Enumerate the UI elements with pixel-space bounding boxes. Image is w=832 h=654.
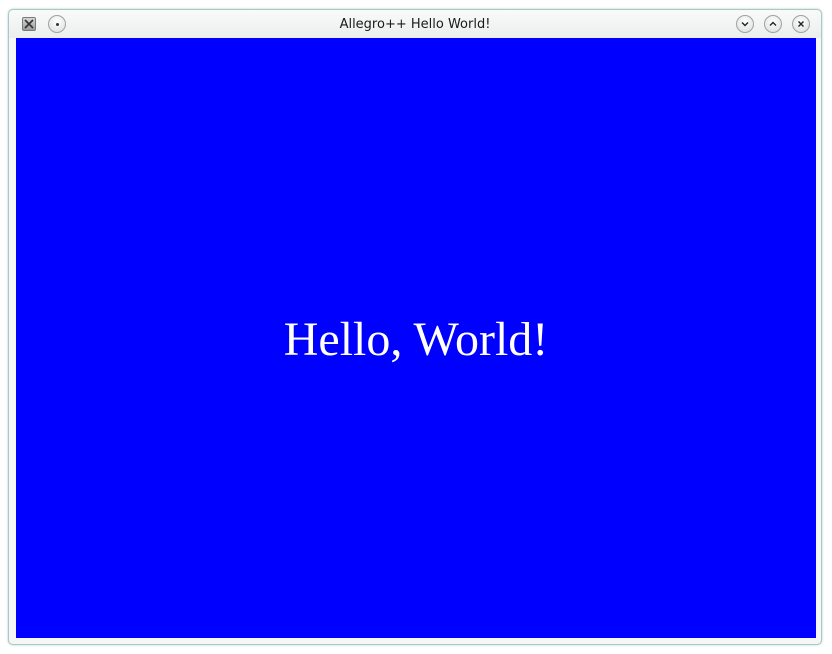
- title-bar[interactable]: Allegro++ Hello World!: [9, 10, 821, 38]
- minimize-button[interactable]: [736, 15, 754, 33]
- app-window: Allegro++ Hello World! Hello, World!: [8, 9, 822, 645]
- chevron-up-icon: [769, 21, 777, 26]
- render-canvas[interactable]: Hello, World!: [16, 38, 816, 638]
- hello-world-text: Hello, World!: [283, 313, 549, 366]
- close-button[interactable]: [792, 15, 810, 33]
- window-title: Allegro++ Hello World!: [339, 17, 491, 32]
- maximize-button[interactable]: [764, 15, 782, 33]
- chevron-down-icon: [741, 22, 749, 27]
- close-icon: [798, 21, 804, 27]
